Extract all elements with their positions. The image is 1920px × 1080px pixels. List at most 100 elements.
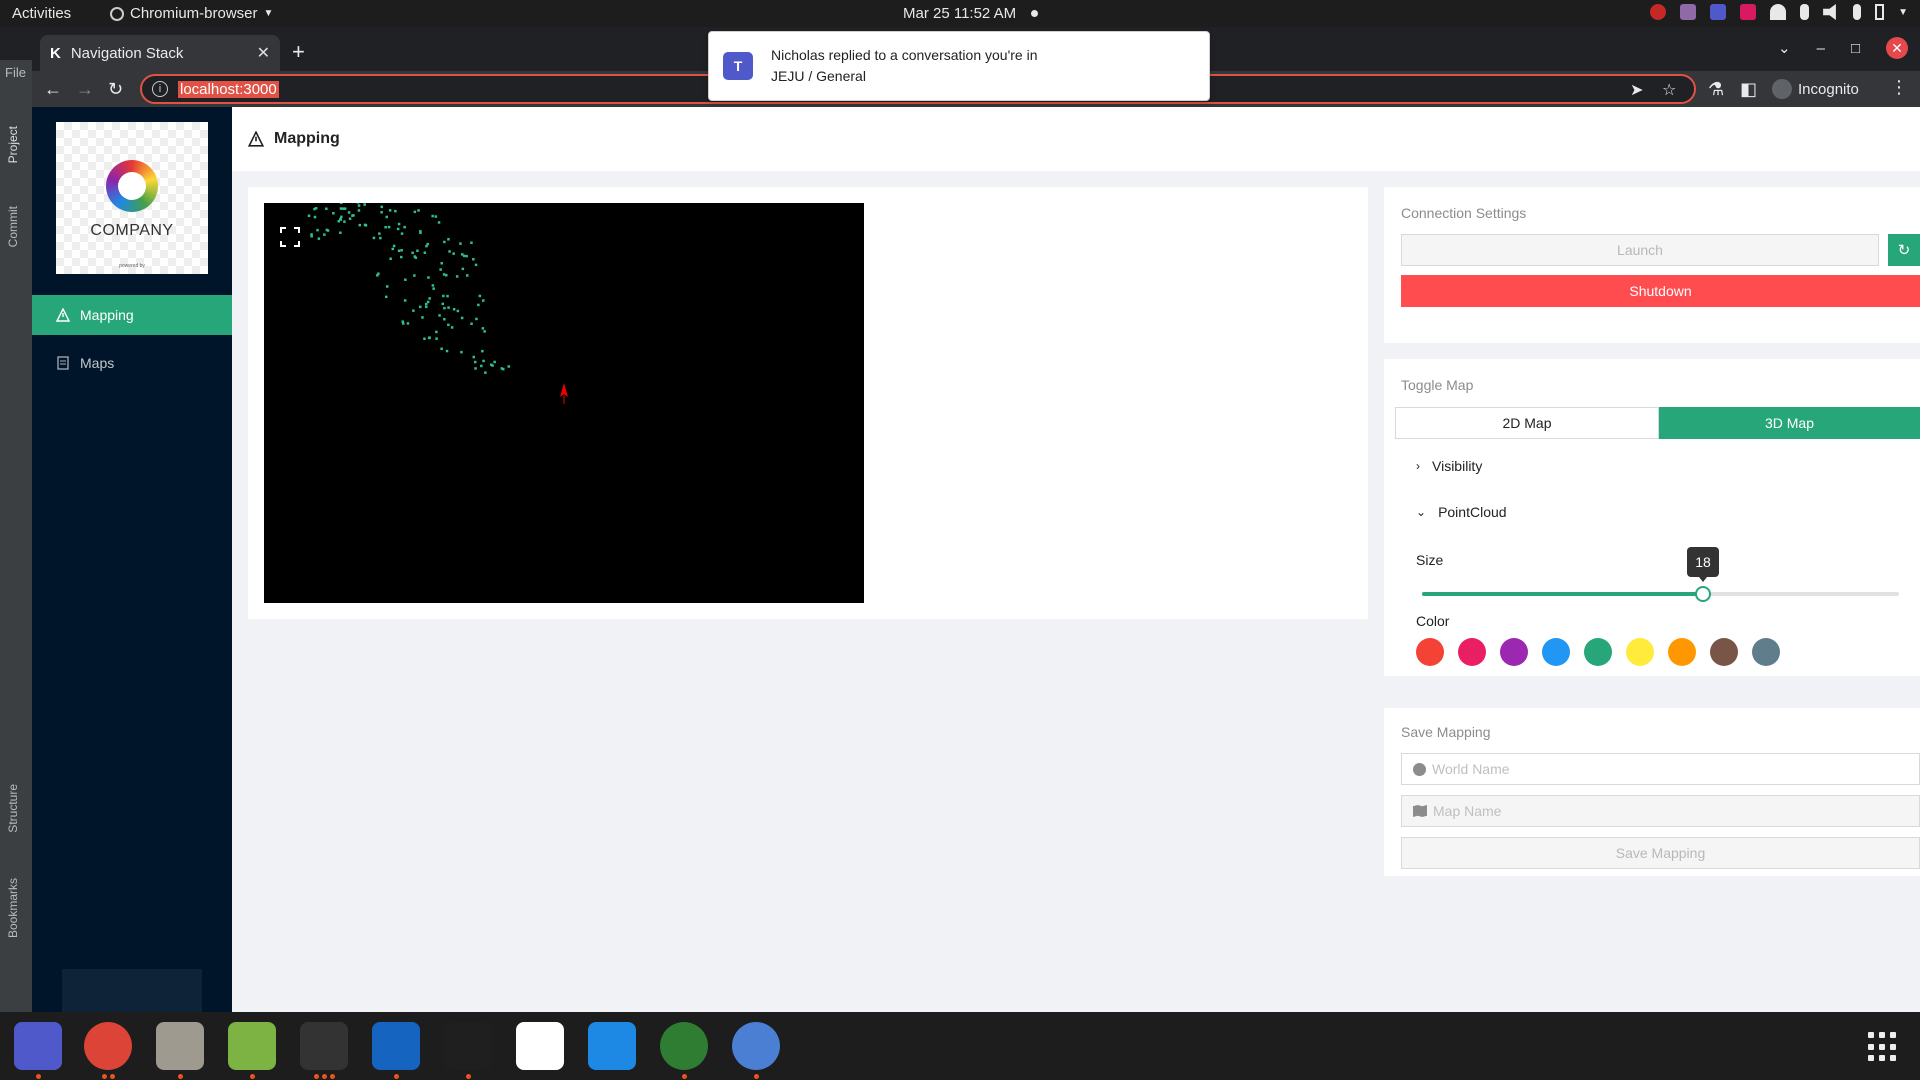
new-tab-button[interactable]: + bbox=[292, 39, 305, 65]
volume-icon[interactable] bbox=[1823, 4, 1836, 20]
url-text[interactable]: localhost:3000 bbox=[178, 80, 279, 98]
color-swatch[interactable] bbox=[1458, 638, 1486, 666]
sidebar-item-maps[interactable]: Maps bbox=[32, 343, 232, 383]
world-name-input[interactable]: World Name bbox=[1401, 753, 1920, 785]
point-cloud-point bbox=[442, 294, 445, 298]
point-cloud-point bbox=[431, 214, 434, 218]
teams-tray-icon[interactable] bbox=[1710, 4, 1727, 20]
color-swatch[interactable] bbox=[1416, 638, 1444, 666]
pycharm-icon[interactable] bbox=[444, 1022, 492, 1070]
toggle-2d-map[interactable]: 2D Map bbox=[1395, 407, 1659, 439]
minimize-icon[interactable]: – bbox=[1817, 40, 1825, 57]
color-swatch[interactable] bbox=[1542, 638, 1570, 666]
chromium-icon[interactable] bbox=[732, 1022, 780, 1070]
sidebar-item-mapping[interactable]: Mapping bbox=[32, 295, 232, 335]
slack-tray-icon[interactable] bbox=[1680, 4, 1697, 20]
close-tab-icon[interactable]: ✕ bbox=[257, 43, 270, 63]
close-window-icon[interactable]: ✕ bbox=[1886, 37, 1908, 59]
battery-icon[interactable] bbox=[1875, 4, 1885, 20]
size-slider-handle[interactable] bbox=[1695, 586, 1711, 602]
app-tray-icon[interactable] bbox=[1740, 4, 1757, 20]
color-swatch[interactable] bbox=[1668, 638, 1696, 666]
point-cloud-point bbox=[474, 263, 478, 267]
point-cloud-point bbox=[317, 237, 321, 240]
microphone-icon[interactable] bbox=[1853, 4, 1862, 20]
3d-map-canvas[interactable] bbox=[264, 203, 864, 603]
point-cloud-point bbox=[482, 299, 485, 302]
refresh-button[interactable]: ↻ bbox=[1888, 234, 1920, 266]
send-icon[interactable]: ➤ bbox=[1630, 80, 1643, 100]
point-cloud-point bbox=[441, 302, 444, 306]
point-cloud-point bbox=[461, 253, 464, 256]
color-swatch[interactable] bbox=[1752, 638, 1780, 666]
caret-down-icon[interactable]: ▼ bbox=[1898, 7, 1908, 18]
ide-structure-tab[interactable]: Structure bbox=[6, 784, 20, 833]
extension-icon[interactable]: ⚗ bbox=[1708, 79, 1724, 100]
point-cloud-point bbox=[372, 236, 376, 240]
reload-icon[interactable]: ↻ bbox=[108, 79, 123, 100]
slack-icon[interactable] bbox=[516, 1022, 564, 1070]
ide-commit-tab[interactable]: Commit bbox=[6, 206, 20, 247]
point-cloud-point bbox=[363, 203, 366, 206]
point-cloud-point bbox=[414, 256, 418, 259]
point-cloud-point bbox=[386, 285, 389, 288]
point-cloud-point bbox=[417, 209, 420, 212]
ide-project-tab[interactable]: Project bbox=[6, 126, 20, 163]
color-swatch[interactable] bbox=[1500, 638, 1528, 666]
toggle-3d-map[interactable]: 3D Map bbox=[1659, 407, 1920, 439]
clock[interactable]: Mar 25 11:52 AM bbox=[903, 5, 1016, 22]
side-panel-icon[interactable]: ◧ bbox=[1740, 79, 1757, 100]
point-cloud-point bbox=[443, 306, 446, 310]
show-applications-icon[interactable] bbox=[1868, 1032, 1898, 1062]
files-icon[interactable] bbox=[156, 1022, 204, 1070]
sidebar-collapse-button[interactable] bbox=[62, 969, 202, 1012]
warning-triangle-icon bbox=[56, 308, 70, 322]
globe-icon bbox=[1413, 762, 1426, 776]
save-mapping-button[interactable]: Save Mapping bbox=[1401, 837, 1920, 869]
map-name-input[interactable]: Map Name bbox=[1401, 795, 1920, 827]
point-cloud-point bbox=[323, 233, 326, 236]
ide-file-menu[interactable]: File bbox=[5, 65, 26, 80]
tab-search-icon[interactable]: ⌄ bbox=[1778, 39, 1791, 57]
pointcloud-panel-header[interactable]: ⌄ PointCloud bbox=[1416, 504, 1507, 520]
text-editor-icon[interactable] bbox=[228, 1022, 276, 1070]
sidebar-item-label: Maps bbox=[80, 355, 115, 371]
writer-icon[interactable] bbox=[588, 1022, 636, 1070]
launch-button[interactable]: Launch bbox=[1401, 234, 1879, 266]
document-icon bbox=[57, 356, 69, 370]
teams-icon[interactable] bbox=[14, 1022, 62, 1070]
maximize-icon[interactable]: □ bbox=[1851, 40, 1860, 57]
activities-button[interactable]: Activities bbox=[12, 5, 71, 22]
forward-icon[interactable]: → bbox=[76, 79, 94, 100]
color-swatch[interactable] bbox=[1626, 638, 1654, 666]
teams-notification[interactable]: T Nicholas replied to a conversation you… bbox=[708, 31, 1210, 101]
point-cloud-point bbox=[343, 220, 346, 223]
point-cloud-point bbox=[357, 209, 361, 212]
shutdown-button[interactable]: Shutdown bbox=[1401, 275, 1920, 307]
web-page: COMPANY powered by Mapping Maps Mapping bbox=[32, 107, 1920, 1012]
color-swatch[interactable] bbox=[1584, 638, 1612, 666]
chrome-icon[interactable] bbox=[84, 1022, 132, 1070]
system-tray[interactable]: ▼ bbox=[1650, 4, 1908, 20]
visibility-panel-header[interactable]: › Visibility bbox=[1416, 458, 1482, 474]
browser-tab[interactable]: K Navigation Stack ✕ bbox=[40, 35, 280, 71]
point-cloud-point bbox=[466, 274, 469, 277]
size-slider[interactable]: 18 bbox=[1422, 547, 1899, 602]
company-logo: COMPANY powered by bbox=[56, 122, 208, 274]
site-info-icon[interactable]: i bbox=[152, 81, 168, 97]
point-cloud-point bbox=[325, 228, 329, 232]
wifi-icon[interactable] bbox=[1770, 4, 1787, 20]
incognito-indicator[interactable]: Incognito bbox=[1772, 79, 1859, 99]
back-icon[interactable]: ← bbox=[44, 79, 62, 100]
browser-menu-icon[interactable]: ⋮ bbox=[1890, 77, 1908, 98]
bluetooth-icon[interactable] bbox=[1800, 4, 1810, 20]
app-menu[interactable]: Chromium-browser ▼ bbox=[110, 5, 273, 22]
remote-desktop-icon[interactable] bbox=[372, 1022, 420, 1070]
record-icon[interactable] bbox=[1650, 4, 1667, 20]
terminal-icon[interactable] bbox=[300, 1022, 348, 1070]
color-swatch[interactable] bbox=[1710, 638, 1738, 666]
globe-app-icon[interactable] bbox=[660, 1022, 708, 1070]
point-cloud-point bbox=[481, 349, 484, 353]
ide-bookmarks-tab[interactable]: Bookmarks bbox=[6, 878, 20, 938]
bookmark-star-icon[interactable]: ☆ bbox=[1662, 80, 1676, 100]
